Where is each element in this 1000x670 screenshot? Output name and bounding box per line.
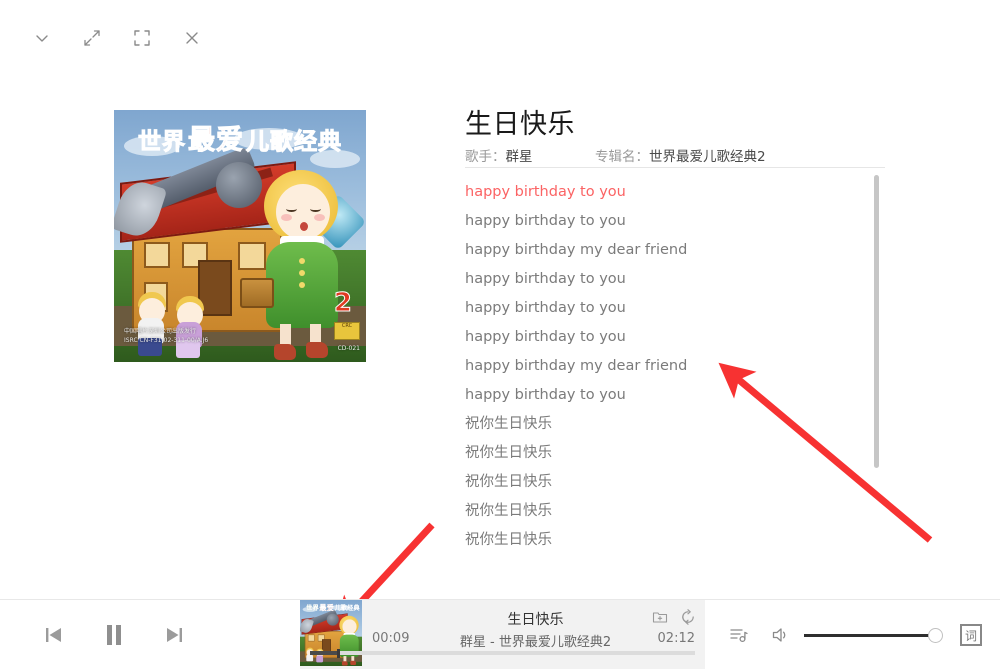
cover-kid-body [306, 654, 314, 662]
cover-kid-body [316, 655, 324, 663]
cover-girl-boot [306, 342, 328, 358]
progress-bar[interactable] [310, 649, 695, 658]
cover-title-text: 世界最爱儿歌经典 [114, 118, 366, 157]
artist-field: 歌手：群星 [465, 145, 595, 165]
cover-title-green: 世界 [306, 604, 319, 612]
cover-label-logo: CRC [334, 322, 360, 340]
cover-girl-eye [286, 206, 297, 212]
total-time: 02:12 [657, 631, 695, 646]
cover-girl-boot [274, 344, 296, 360]
lyric-line: happy birthday to you [465, 329, 626, 345]
progress-handle[interactable] [336, 649, 340, 658]
mini-album-cover-art: 世界最爱儿歌经典 [300, 600, 362, 667]
album-field: 专辑名：世界最爱儿歌经典2 [595, 145, 766, 165]
now-playing-actions [651, 608, 697, 626]
song-title: 生日快乐 [465, 109, 575, 140]
lyric-line: 祝你生日快乐 [465, 503, 552, 519]
lyrics-toggle-button[interactable]: 词 [960, 624, 982, 646]
next-track-button[interactable] [156, 617, 192, 653]
artist-label: 歌手： [465, 149, 506, 165]
cover-window [144, 242, 170, 268]
cover-girl-face [342, 619, 357, 635]
cover-girl-cheek [281, 214, 292, 221]
close-icon[interactable] [174, 20, 210, 56]
cover-publisher-text: 中国唱片深圳公司出版发行 ISRC CN-F31-02-311-00/A.J6 [124, 327, 208, 346]
cover-girl-boot [341, 661, 348, 666]
lyric-line: 祝你生日快乐 [465, 532, 552, 548]
progress-fill [310, 651, 337, 655]
add-to-playlist-icon[interactable] [651, 608, 669, 626]
album-value[interactable]: 世界最爱儿歌经典2 [649, 149, 766, 165]
cover-dress-button [299, 282, 305, 288]
volume-slider[interactable] [804, 627, 944, 643]
title-bar [0, 0, 1000, 72]
lyric-line: happy birthday my dear friend [465, 358, 688, 374]
artist-value[interactable]: 群星 [506, 149, 533, 165]
lyric-line: happy birthday my dear friend [465, 242, 688, 258]
cover-girl-eye [310, 206, 321, 212]
cover-window [238, 242, 266, 270]
current-time: 00:09 [372, 631, 410, 646]
cover-drum [216, 162, 262, 208]
cover-dress-button [299, 270, 305, 276]
volume-icon[interactable] [768, 622, 794, 648]
cover-title-green: 世界 [138, 129, 186, 156]
restore-icon[interactable] [74, 20, 110, 56]
mini-album-cover-inner: 世界最爱儿歌经典 [300, 600, 362, 669]
lyrics-scrollbar[interactable] [874, 175, 879, 468]
meta-divider [465, 167, 885, 168]
lyric-line: 祝你生日快乐 [465, 474, 552, 490]
song-meta: 歌手：群星 专辑名：世界最爱儿歌经典2 [465, 145, 766, 165]
player-bar: 世界最爱儿歌经典 生日快乐 群星 - 世界最爱儿歌经典2 00:09 02:12 [0, 599, 1000, 670]
lyric-line: 祝你生日快乐 [465, 445, 552, 461]
now-playing-subtitle: 群星 - 世界最爱儿歌经典2 [459, 635, 612, 650]
player-right-controls: 词 [726, 622, 982, 648]
album-label: 专辑名： [595, 149, 649, 165]
cover-girl-boot [350, 660, 357, 665]
cover-title-blue: 儿歌经典 [334, 604, 360, 612]
album-cover: 世界最爱儿歌经典 2 CRC 中国唱片深圳公司出版发行 ISRC CN-F31-… [114, 110, 366, 362]
now-playing-panel: 世界最爱儿歌经典 生日快乐 群星 - 世界最爱儿歌经典2 00:09 02:12 [300, 600, 705, 669]
lyrics-panel[interactable]: happy birthday to you happy birthday to y… [465, 178, 865, 548]
cover-isrc: ISRC CN-F31-02-311-00/A.J6 [124, 337, 209, 345]
lyric-line-active: happy birthday to you [465, 184, 626, 200]
lyric-line: happy birthday to you [465, 213, 626, 229]
cover-girl-mouth [300, 222, 308, 231]
volume-track [804, 634, 934, 637]
previous-track-button[interactable] [36, 617, 72, 653]
cover-drum [326, 613, 339, 626]
lyric-line: 祝你生日快乐 [465, 416, 552, 432]
lyric-line: happy birthday to you [465, 300, 626, 316]
fullscreen-icon[interactable] [124, 20, 160, 56]
transport-controls [36, 617, 192, 653]
repeat-icon[interactable] [679, 608, 697, 626]
cover-cd-code: CD-021 [337, 345, 360, 352]
cover-volume-number: 2 [333, 288, 352, 319]
cover-girl-cheek [314, 214, 325, 221]
pause-button[interactable] [96, 617, 132, 653]
cover-title-blue: 儿歌经典 [246, 129, 342, 156]
cover-dress-button [299, 258, 305, 264]
cover-title-red: 最爱 [319, 603, 335, 613]
mini-album-cover[interactable]: 世界最爱儿歌经典 [300, 600, 362, 669]
volume-control [768, 622, 944, 648]
cover-girl-face [276, 184, 330, 240]
minimize-icon[interactable] [24, 20, 60, 56]
cover-title-text: 世界最爱儿歌经典 [300, 602, 362, 612]
cover-window [307, 634, 315, 642]
lyric-line: happy birthday to you [465, 387, 626, 403]
cover-suitcase [240, 278, 274, 308]
lyric-line: happy birthday to you [465, 271, 626, 287]
window-controls [24, 20, 210, 56]
volume-handle[interactable] [927, 628, 943, 643]
playlist-icon[interactable] [726, 622, 752, 648]
cover-title-red: 最爱 [188, 125, 244, 157]
album-cover-art: 世界最爱儿歌经典 2 CRC 中国唱片深圳公司出版发行 ISRC CN-F31-… [114, 110, 366, 362]
cover-publisher: 中国唱片深圳公司出版发行 [124, 327, 197, 335]
